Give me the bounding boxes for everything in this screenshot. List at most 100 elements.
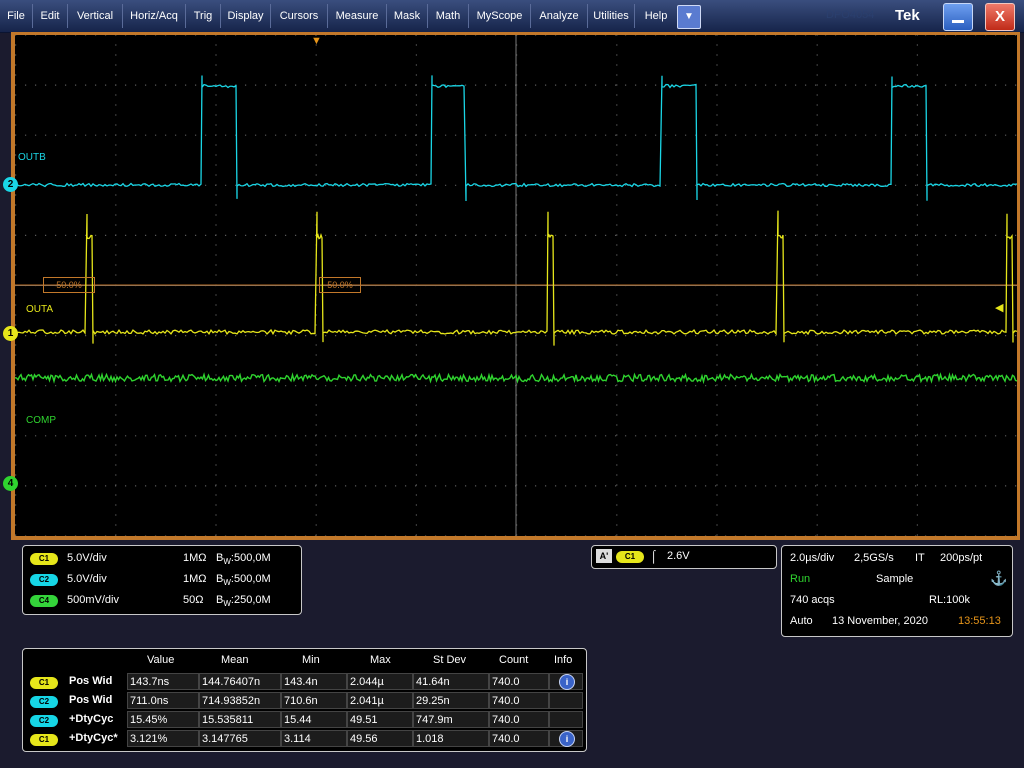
measurement-count: 740.0 xyxy=(489,711,549,728)
measurement-name: Pos Wid xyxy=(69,673,112,690)
triangle-down-icon: ▼ xyxy=(684,11,694,22)
close-button[interactable]: X xyxy=(985,3,1015,31)
header-count: Count xyxy=(499,652,528,669)
measurement-value: 143.7ns xyxy=(127,673,199,690)
channel-badge: C1 xyxy=(30,733,58,746)
yellow-left-arrow-icon[interactable]: ◀ xyxy=(995,301,1003,314)
measurement-count: 740.0 xyxy=(489,673,549,690)
measurement-min: 710.6n xyxy=(281,692,347,709)
info-cell xyxy=(549,692,583,709)
scale-value: 500mV/div xyxy=(67,594,119,606)
channel-2-label: OUTB xyxy=(18,152,46,163)
orange-down-triangle-icon[interactable]: ▼ xyxy=(311,35,322,47)
vertical-row-c4[interactable]: C4 xyxy=(30,594,58,607)
trigger-level: 2.6V xyxy=(667,550,690,562)
acquisition-count: 740 acqs xyxy=(790,594,835,606)
header-info: Info xyxy=(554,652,572,669)
resolution-value: 200ps/pt xyxy=(940,552,982,564)
menu-utilities[interactable]: Utilities xyxy=(588,0,634,32)
vertical-settings-panel[interactable]: C1 5.0V/div 1MΩ BW:500,0M C2 5.0V/div 1M… xyxy=(22,545,302,615)
measurement-max: 2.041µ xyxy=(347,692,413,709)
measurement-min: 3.114 xyxy=(281,730,347,747)
measurement-mean: 714.93852n xyxy=(199,692,281,709)
scale-value: 5.0V/div xyxy=(67,552,107,564)
channel-badge: C1 xyxy=(30,553,58,565)
vertical-row-c1[interactable]: C1 xyxy=(30,552,58,565)
channel-badge: C2 xyxy=(30,714,58,727)
impedance-value: 1MΩ xyxy=(183,573,207,585)
menu-help[interactable]: Help xyxy=(635,0,677,32)
channel-badge: C2 xyxy=(30,574,58,586)
menu-analyze[interactable]: Analyze xyxy=(531,0,587,32)
bandwidth-value: BW:500,0M xyxy=(216,573,271,587)
info-cell xyxy=(549,711,583,728)
measurements-panel[interactable]: Value Mean Min Max St Dev Count Info C1 … xyxy=(22,648,587,752)
measurement-value: 3.121% xyxy=(127,730,199,747)
run-state: Run xyxy=(790,573,810,585)
menu-vertical[interactable]: Vertical xyxy=(68,0,122,32)
horizontal-acquisition-panel[interactable]: 2.0µs/div 2,5GS/s IT 200ps/pt Run Sample… xyxy=(781,545,1013,637)
measurement-count: 740.0 xyxy=(489,730,549,747)
ref-marker-50-percent: 50.0% xyxy=(319,277,361,293)
menu-file[interactable]: File xyxy=(0,0,32,32)
minimize-icon xyxy=(952,20,964,23)
trigger-source: C1 xyxy=(616,550,644,563)
menu-myscope[interactable]: MyScope xyxy=(469,0,530,32)
menu-edit[interactable]: Edit xyxy=(33,0,67,32)
menu-mask[interactable]: Mask xyxy=(387,0,427,32)
channel-1-marker[interactable]: 1 xyxy=(3,326,18,341)
model-label: DPO4054 xyxy=(826,9,874,21)
acq-mode-it: IT xyxy=(915,552,925,564)
waveform-graticule[interactable]: OUTB OUTA COMP 50.0% 50.0% ▼ ◀ xyxy=(15,35,1017,536)
sample-rate-value: 2,5GS/s xyxy=(854,552,894,564)
date-value: 13 November, 2020 xyxy=(832,615,928,627)
measurement-stdev: 29.25n xyxy=(413,692,489,709)
scale-value: 5.0V/div xyxy=(67,573,107,585)
menu-bar: File Edit Vertical Horiz/Acq Trig Displa… xyxy=(0,0,1024,33)
trigger-panel[interactable]: A' C1 ⌠ 2.6V xyxy=(591,545,777,569)
measurement-min: 15.44 xyxy=(281,711,347,728)
waveform-canvas xyxy=(15,35,1017,536)
menu-cursors[interactable]: Cursors xyxy=(271,0,327,32)
menu-horiz-acq[interactable]: Horiz/Acq xyxy=(123,0,185,32)
bandwidth-value: BW:250,0M xyxy=(216,594,271,608)
minimize-button[interactable] xyxy=(943,3,973,31)
header-stdev: St Dev xyxy=(433,652,466,669)
header-max: Max xyxy=(370,652,391,669)
measurement-value: 15.45% xyxy=(127,711,199,728)
measurement-max: 2.044µ xyxy=(347,673,413,690)
impedance-value: 50Ω xyxy=(183,594,203,606)
measurement-name: +DtyCyc* xyxy=(69,730,118,747)
header-value: Value xyxy=(147,652,174,669)
tek-logo: Tek xyxy=(895,7,920,24)
menu-trig[interactable]: Trig xyxy=(186,0,220,32)
channel-4-marker[interactable]: 4 xyxy=(3,476,18,491)
channel-1-label: OUTA xyxy=(26,304,53,315)
channel-badge: C4 xyxy=(30,595,58,607)
channel-badge: C2 xyxy=(30,695,58,708)
menu-measure[interactable]: Measure xyxy=(328,0,386,32)
measurement-mean: 144.76407n xyxy=(199,673,281,690)
measurement-mean: 15.535811 xyxy=(199,711,281,728)
menu-math[interactable]: Math xyxy=(428,0,468,32)
vertical-row-c2[interactable]: C2 xyxy=(30,573,58,586)
measurement-stdev: 1.018 xyxy=(413,730,489,747)
channel-4-label: COMP xyxy=(26,415,56,426)
measurement-name: +DtyCyc xyxy=(69,711,113,728)
menu-dropdown-button[interactable]: ▼ xyxy=(677,5,701,29)
rising-edge-icon: ⌠ xyxy=(650,549,657,563)
trigger-mode-badge: A' xyxy=(596,549,612,563)
measurement-mean: 3.147765 xyxy=(199,730,281,747)
trigger-status-icon: ⚓ xyxy=(990,570,1007,587)
channel-2-marker[interactable]: 2 xyxy=(3,177,18,192)
channel-badge: C1 xyxy=(30,676,58,689)
ref-marker-50-percent: 50.0% xyxy=(43,277,95,293)
timebase-value: 2.0µs/div xyxy=(790,552,834,564)
measurement-name: Pos Wid xyxy=(69,692,112,709)
menu-display[interactable]: Display xyxy=(221,0,270,32)
header-min: Min xyxy=(302,652,320,669)
measurement-value: 711.0ns xyxy=(127,692,199,709)
info-icon[interactable]: i xyxy=(559,731,575,747)
info-icon[interactable]: i xyxy=(559,674,575,690)
record-length: RL:100k xyxy=(929,594,970,606)
